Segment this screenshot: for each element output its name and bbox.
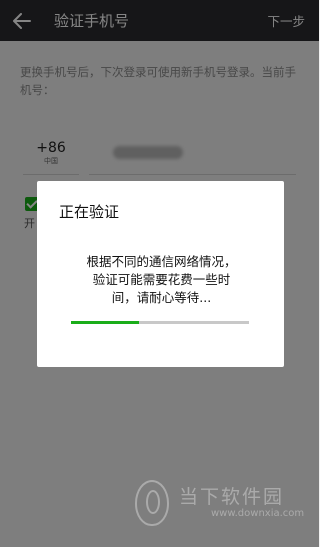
dialog-message-line: 验证可能需要花费一些时: [92, 272, 231, 287]
dialog-message-line: 间，请耐心等待...: [111, 290, 212, 305]
dialog-message: 根据不同的通信网络情况， 验证可能需要花费一些时 间，请耐心等待...: [59, 253, 264, 307]
watermark: 当下软件园 www.downxia.com: [135, 478, 304, 526]
dialog-message-line: 根据不同的通信网络情况，: [86, 254, 237, 269]
verifying-dialog: 正在验证 根据不同的通信网络情况， 验证可能需要花费一些时 间，请耐心等待...: [37, 181, 284, 367]
watermark-name: 当下软件园: [179, 486, 285, 508]
dialog-title: 正在验证: [59, 203, 120, 221]
watermark-url: www.downxia.com: [211, 508, 305, 519]
progress-bar: [71, 321, 249, 324]
progress-fill: [71, 321, 139, 324]
watermark-logo-icon: [135, 480, 169, 526]
